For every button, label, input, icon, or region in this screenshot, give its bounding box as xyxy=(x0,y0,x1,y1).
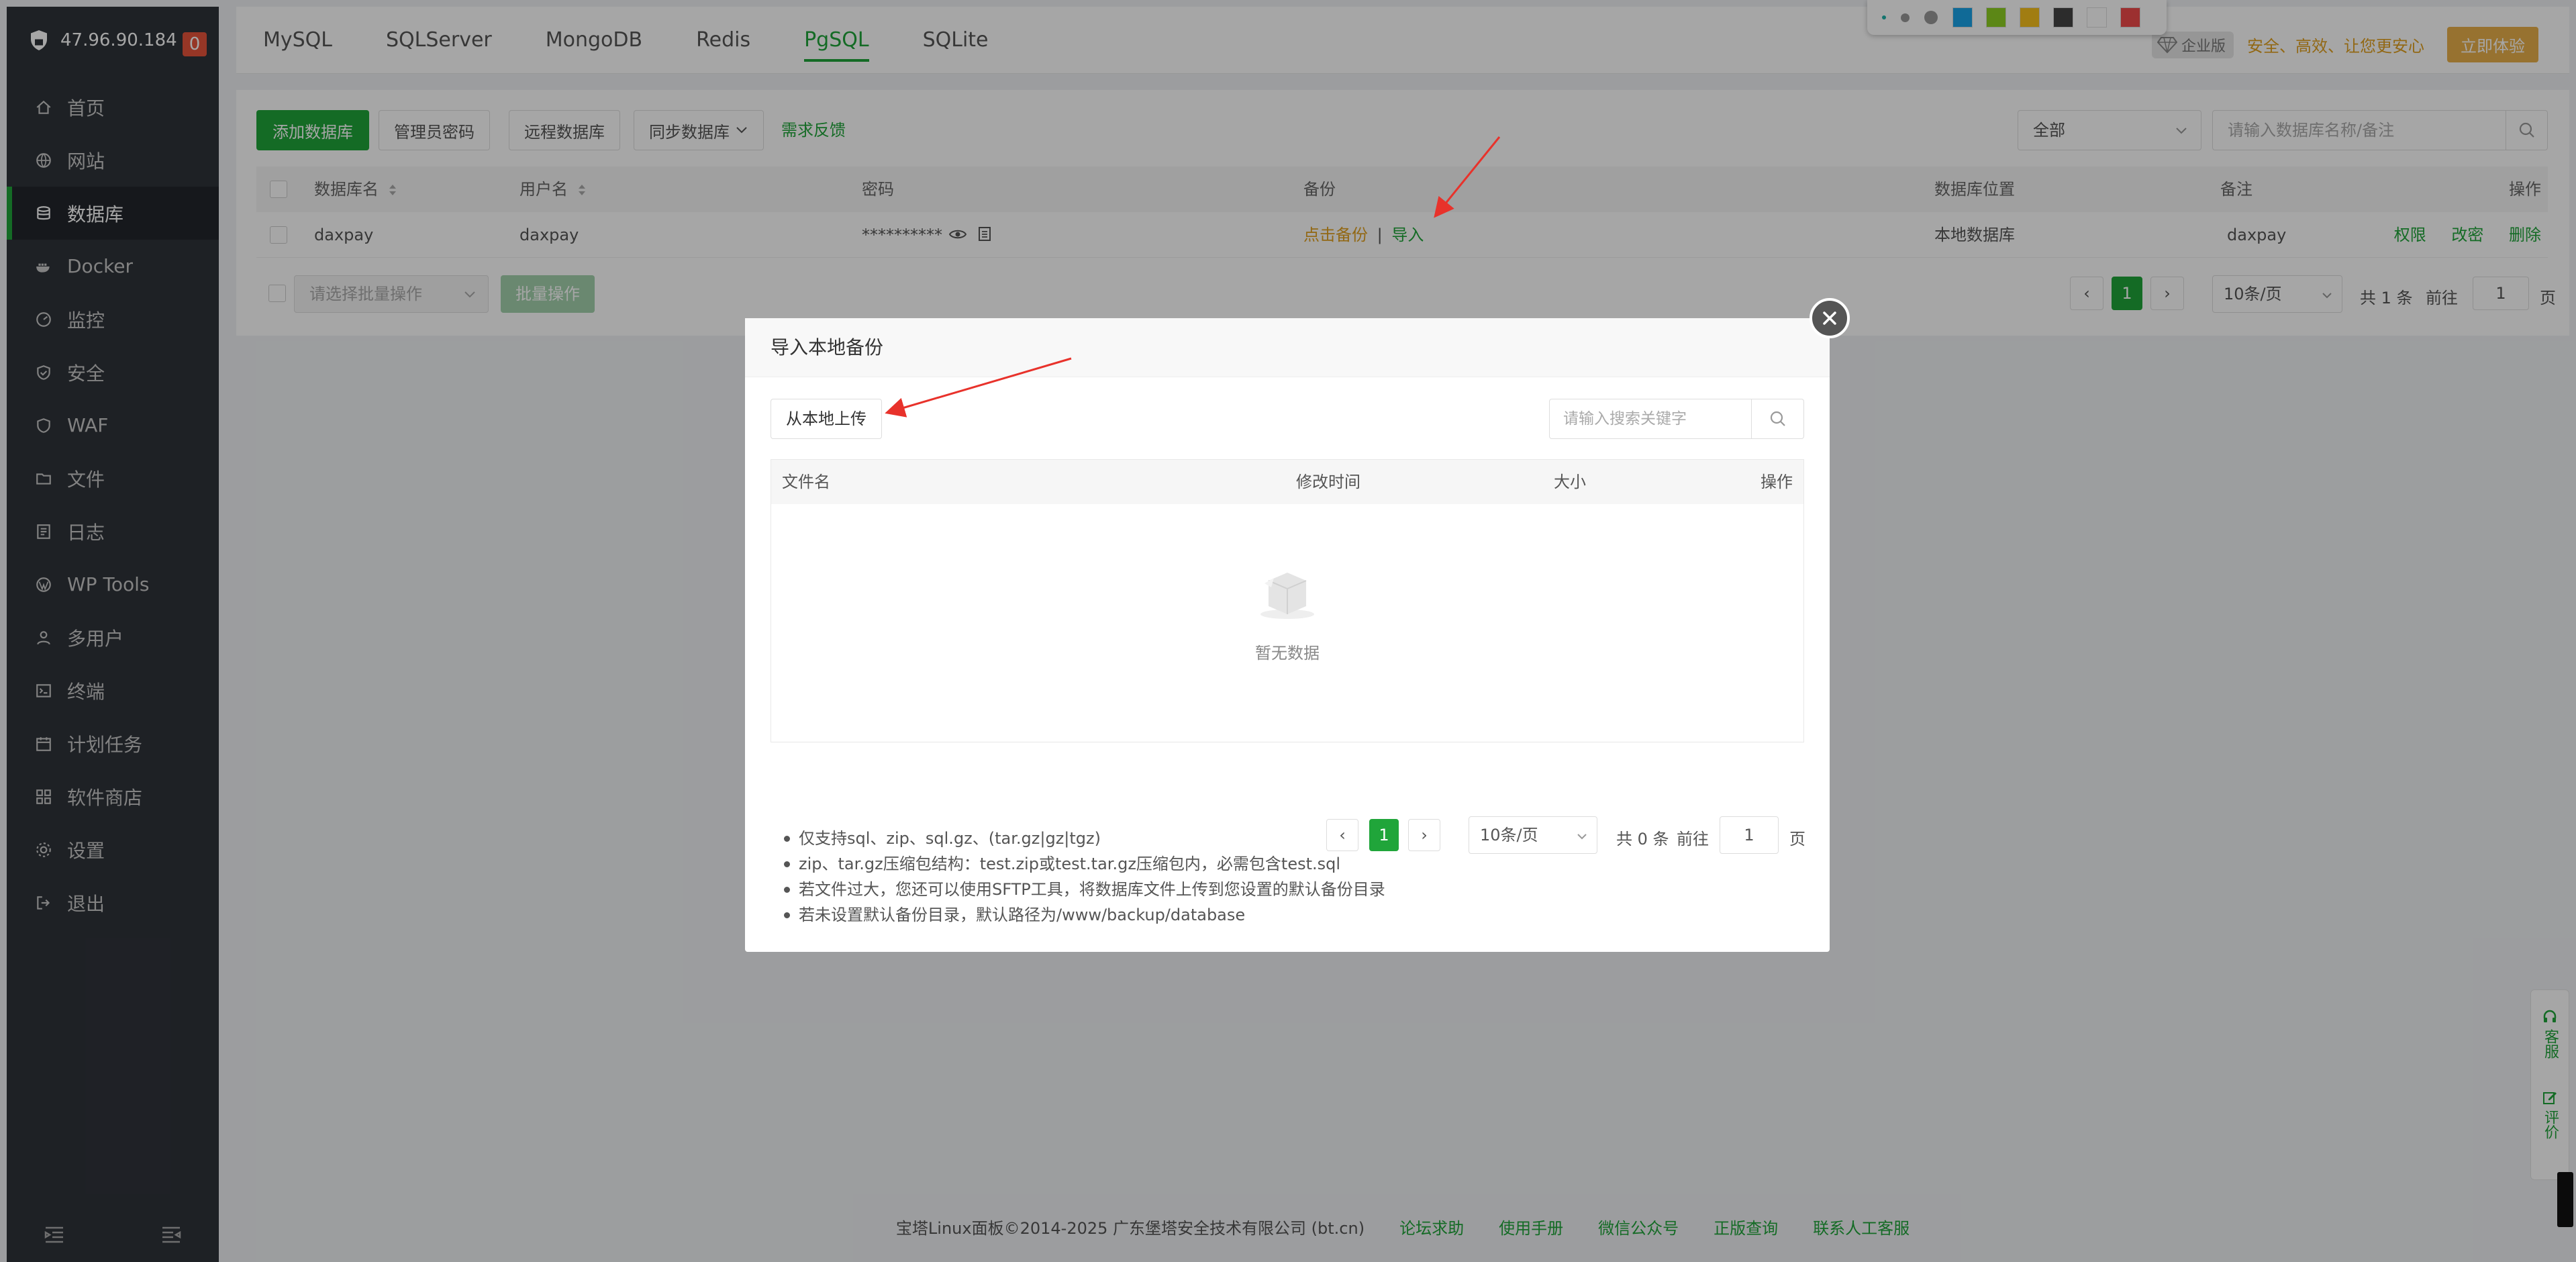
dialog-goto-input[interactable]: 1 xyxy=(1720,816,1779,854)
dialog-pagination-total: 共 0 条 xyxy=(1616,830,1669,848)
col-modified: 修改时间 xyxy=(1296,473,1360,491)
empty-text: 暂无数据 xyxy=(1255,644,1320,663)
dialog-page-unit: 页 xyxy=(1789,830,1805,848)
backup-file-table: 文件名 修改时间 大小 操作 暂无数据 xyxy=(771,459,1804,742)
upload-local-button[interactable]: 从本地上传 xyxy=(771,399,882,439)
import-note: 若未设置默认备份目录，默认路径为/www/backup/database xyxy=(784,902,1385,928)
empty-box-icon xyxy=(1260,573,1314,619)
chevron-down-icon xyxy=(1577,834,1587,840)
search-icon[interactable] xyxy=(1751,399,1803,438)
file-table-header: 文件名 修改时间 大小 操作 xyxy=(771,460,1803,504)
import-note: 仅支持sql、zip、sql.gz、(tar.gz|gz|tgz) xyxy=(784,826,1385,851)
dialog-per-page-select[interactable]: 10条/页 xyxy=(1469,816,1597,854)
import-backup-dialog: 导入本地备份 从本地上传 请输入搜索关键字 文件名 修改时间 大小 操作 暂无数… xyxy=(745,318,1830,952)
col-size: 大小 xyxy=(1554,473,1586,491)
import-notes: 仅支持sql、zip、sql.gz、(tar.gz|gz|tgz) zip、tar… xyxy=(784,826,1385,928)
file-search-placeholder: 请输入搜索关键字 xyxy=(1563,410,1687,428)
dialog-per-page-value: 10条/页 xyxy=(1480,826,1538,844)
import-note: 若文件过大，您还可以使用SFTP工具，将数据库文件上传到您设置的默认备份目录 xyxy=(784,877,1385,902)
file-search-input[interactable]: 请输入搜索关键字 xyxy=(1549,399,1804,439)
dialog-goto-label: 前往 xyxy=(1677,830,1709,848)
dialog-next-page-button[interactable]: › xyxy=(1408,819,1440,851)
empty-state: 暂无数据 xyxy=(771,561,1803,663)
col-actions: 操作 xyxy=(1761,473,1793,491)
dialog-title: 导入本地备份 xyxy=(745,318,1830,377)
close-icon xyxy=(1823,311,1836,325)
col-filename: 文件名 xyxy=(782,473,830,491)
close-dialog-button[interactable] xyxy=(1810,298,1850,338)
import-note: zip、tar.gz压缩包结构：test.zip或test.tar.gz压缩包内… xyxy=(784,851,1385,877)
